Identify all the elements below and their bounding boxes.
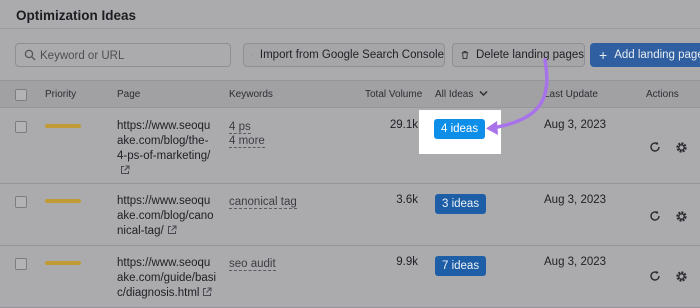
arrow-head-icon bbox=[486, 121, 498, 135]
optimization-ideas-panel: Optimization Ideas Import from Google Se… bbox=[0, 0, 700, 308]
annotation-arrow bbox=[486, 58, 549, 135]
